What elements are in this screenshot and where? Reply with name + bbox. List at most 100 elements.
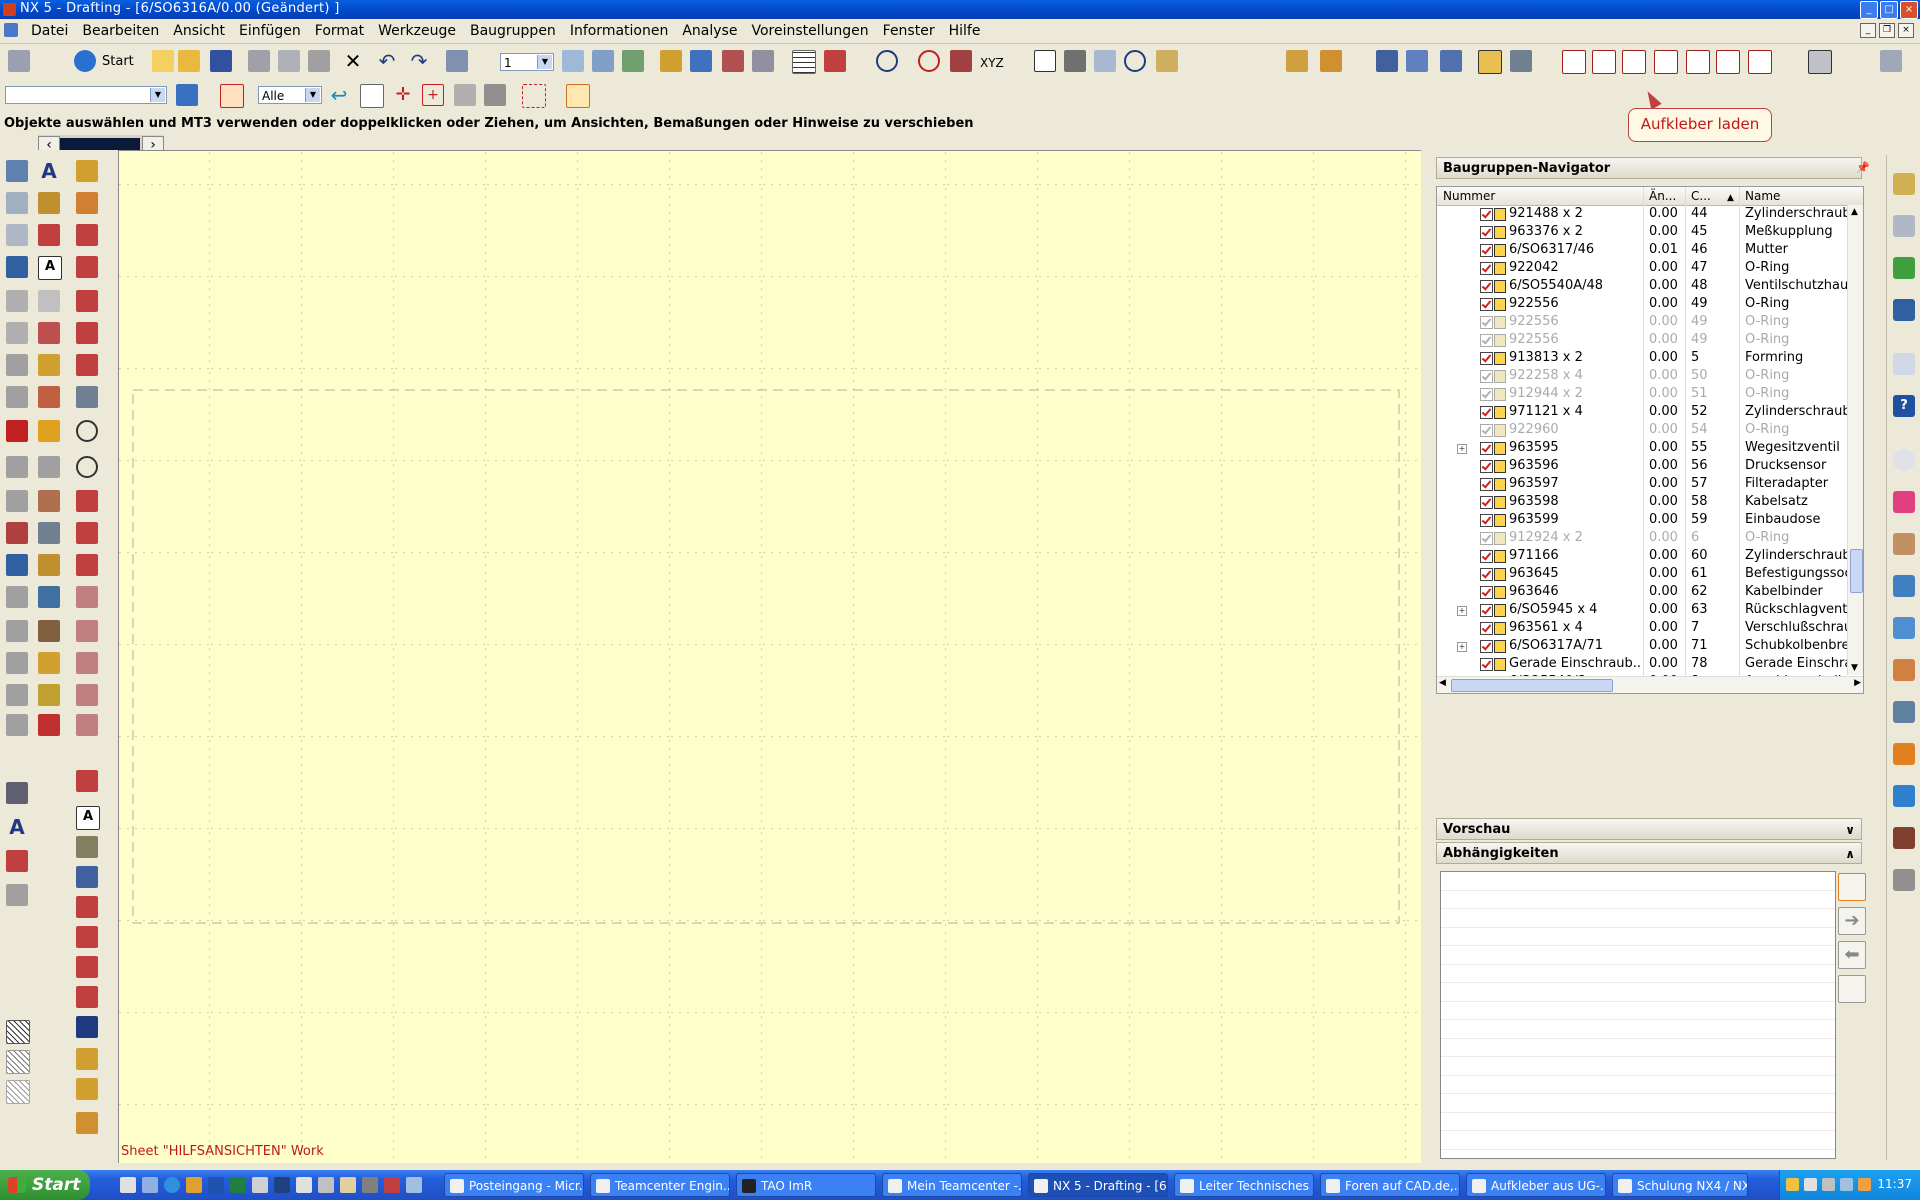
pdf-icon[interactable] <box>384 1177 400 1193</box>
stack-icon[interactable] <box>1893 827 1915 849</box>
target-icon[interactable] <box>918 50 940 72</box>
area-fill-icon[interactable] <box>6 1050 30 1074</box>
ordinate-dim-icon[interactable] <box>76 554 98 576</box>
task-nx-drafting[interactable]: NX 5 - Drafting - [6... <box>1028 1173 1168 1197</box>
visibility-checkbox[interactable] <box>1480 424 1493 437</box>
zone-icon[interactable] <box>76 714 98 736</box>
table-row[interactable]: 963597 0.00 57 Filteradapter <box>1437 475 1847 493</box>
new-file-icon[interactable] <box>152 50 174 72</box>
constraint-navigator-tab-icon[interactable] <box>1893 215 1915 237</box>
note-tool-icon[interactable]: A <box>76 806 100 830</box>
label-icon[interactable] <box>38 652 60 674</box>
table-row[interactable]: 963646 0.00 62 Kabelbinder <box>1437 583 1847 601</box>
scroll-up-icon[interactable]: ▲ <box>1851 207 1858 217</box>
fill-icon[interactable] <box>6 1080 30 1104</box>
expand-node-icon[interactable]: + <box>1457 606 1467 616</box>
wcs-icon[interactable] <box>660 50 682 72</box>
frame-icon[interactable] <box>76 620 98 642</box>
doc-close-button[interactable]: × <box>1898 23 1914 38</box>
center-mark-icon[interactable] <box>38 586 60 608</box>
expand-icon[interactable]: ∨ <box>1845 819 1855 841</box>
component-icon[interactable] <box>1406 50 1428 72</box>
cut-icon[interactable] <box>248 50 270 72</box>
table-row[interactable]: 922258 x 4 0.00 50 O-Ring <box>1437 367 1847 385</box>
snap-icon[interactable] <box>690 50 712 72</box>
text-icon[interactable]: A <box>6 816 28 838</box>
snap-point-icon[interactable] <box>220 84 244 108</box>
bom-icon[interactable] <box>38 620 60 642</box>
visibility-checkbox[interactable] <box>1480 262 1493 275</box>
menu-ansicht[interactable]: Ansicht <box>166 22 232 40</box>
tool-icon[interactable] <box>1893 869 1915 891</box>
move-to-layer-icon[interactable] <box>622 50 644 72</box>
task-outlook[interactable]: Posteingang - Micr... <box>444 1173 584 1197</box>
table-tool-icon[interactable] <box>38 322 60 344</box>
reuse-library-tab-icon[interactable] <box>1893 299 1915 321</box>
task-tao[interactable]: TAO ImR <box>736 1173 876 1197</box>
drawing-area[interactable]: Sheet "HILFSANSICHTEN" Work <box>118 150 1421 1163</box>
visibility-checkbox[interactable] <box>1480 514 1493 527</box>
app2-quicklaunch-icon[interactable] <box>406 1177 422 1193</box>
roles-icon[interactable] <box>1893 533 1915 555</box>
point-icon[interactable] <box>722 50 744 72</box>
visibility-checkbox[interactable] <box>1480 604 1493 617</box>
teamcenter-icon[interactable] <box>1893 617 1915 639</box>
task-mein-teamcenter[interactable]: Mein Teamcenter -... <box>882 1173 1022 1197</box>
app-quicklaunch-icon[interactable] <box>362 1177 378 1193</box>
outlook-icon[interactable] <box>186 1177 202 1193</box>
reset-filter-icon[interactable]: ↩ <box>328 84 350 106</box>
menu-hilfe[interactable]: Hilfe <box>942 22 988 40</box>
scroll-right-icon[interactable]: ▶ <box>1854 678 1861 688</box>
drafting-active-icon[interactable] <box>1478 50 1502 74</box>
volume-icon[interactable] <box>1822 1178 1835 1191</box>
section-line-icon[interactable] <box>6 290 28 312</box>
view-style-icon[interactable] <box>6 652 28 674</box>
layer-select[interactable]: 1 ▼ <box>500 53 554 71</box>
view-icon[interactable] <box>1064 50 1086 72</box>
start-menu-button[interactable]: Start <box>0 1170 90 1200</box>
visibility-checkbox[interactable] <box>1480 244 1493 257</box>
table-row[interactable]: 971121 x 4 0.00 52 Zylinderschraube <box>1437 403 1849 421</box>
image-icon[interactable] <box>1893 701 1915 723</box>
midpoint-icon[interactable]: + <box>422 84 444 106</box>
table-row[interactable]: 922960 0.00 54 O-Ring <box>1437 421 1847 439</box>
task-leiter[interactable]: Leiter Technisches ... <box>1174 1173 1314 1197</box>
drafting-views-icon[interactable] <box>6 192 28 214</box>
type-filter-select[interactable]: ▼ <box>5 86 167 104</box>
border-icon[interactable] <box>76 652 98 674</box>
maximize-button[interactable]: □ <box>1880 1 1898 19</box>
menu-datei[interactable]: Datei <box>24 22 75 40</box>
section-view-icon[interactable] <box>1654 50 1678 74</box>
table-row[interactable]: 922556 0.00 49 O-Ring <box>1437 331 1847 349</box>
constraint-icon[interactable] <box>1440 50 1462 72</box>
preview-panel-header[interactable]: Vorschau ∨ <box>1436 818 1862 840</box>
chevron-down-icon[interactable]: ▼ <box>305 88 320 102</box>
table-row[interactable]: 913813 x 2 0.00 5 Formring <box>1437 349 1847 367</box>
table-row[interactable]: 963598 0.00 58 Kabelsatz <box>1437 493 1847 511</box>
visibility-checkbox[interactable] <box>1480 388 1493 401</box>
visibility-checkbox[interactable] <box>1480 208 1493 221</box>
assembly-navigator-tab-icon[interactable] <box>1893 173 1915 195</box>
frame-tool-icon[interactable] <box>6 850 28 872</box>
menu-format[interactable]: Format <box>308 22 371 40</box>
layer-visible-icon[interactable] <box>592 50 614 72</box>
notepad-icon[interactable] <box>252 1177 268 1193</box>
camera-icon[interactable] <box>6 782 28 804</box>
part-navigator-tab-icon[interactable] <box>1893 257 1915 279</box>
table-row[interactable]: 963561 x 4 0.00 7 Verschlußschraube <box>1437 619 1849 637</box>
view-select-icon[interactable] <box>360 84 384 108</box>
radius-dim-icon[interactable] <box>76 420 98 442</box>
diameter-dim-icon[interactable] <box>76 456 98 478</box>
nx-app-icon[interactable] <box>3 3 16 16</box>
surface-symbol-icon[interactable] <box>76 866 98 888</box>
open-folder-icon[interactable] <box>178 50 200 72</box>
visibility-checkbox[interactable] <box>1480 460 1493 473</box>
crosshair-icon[interactable] <box>876 50 898 72</box>
table-row[interactable]: 6/SO6317/46 0.01 46 Mutter <box>1437 241 1847 259</box>
desktop-icon[interactable] <box>120 1177 136 1193</box>
sheet-icon[interactable] <box>6 224 28 246</box>
table-row[interactable]: 963376 x 2 0.00 45 Meßkupplung <box>1437 223 1847 241</box>
help-icon[interactable]: ? <box>1893 395 1915 417</box>
task-foren[interactable]: Foren auf CAD.de,... <box>1320 1173 1460 1197</box>
visibility-checkbox[interactable] <box>1480 640 1493 653</box>
